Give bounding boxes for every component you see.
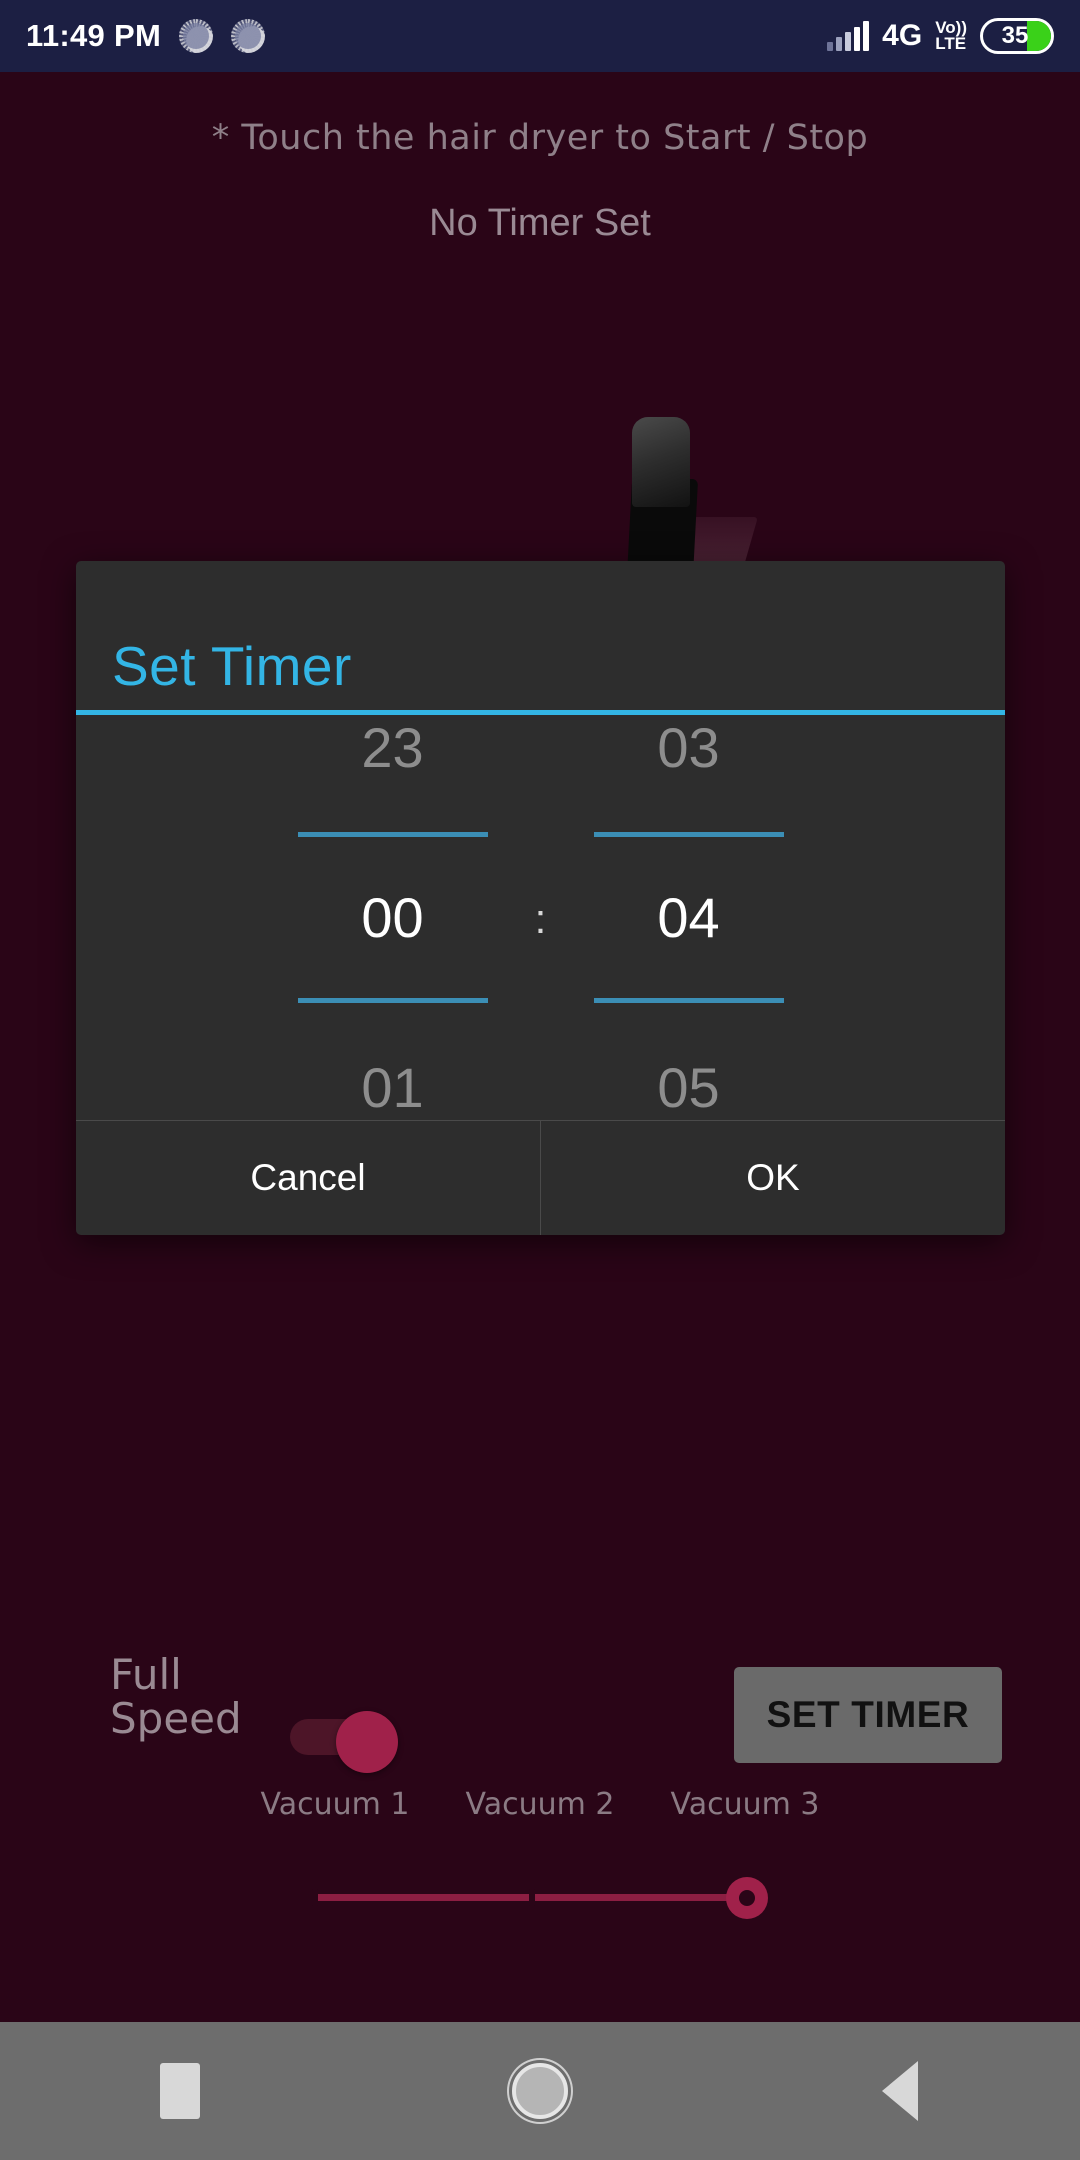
hours-previous-value[interactable]: 23	[278, 715, 508, 780]
network-type-label: 4G	[882, 19, 923, 52]
home-button[interactable]	[465, 2022, 615, 2160]
signal-bars-icon	[827, 21, 870, 51]
minutes-current-value[interactable]: 04	[574, 885, 804, 950]
status-clock: 11:49 PM	[26, 18, 162, 53]
dialog-title: Set Timer	[112, 634, 352, 697]
minutes-top-divider	[593, 832, 784, 838]
vacuum-slider-tick-1	[312, 1889, 318, 1906]
volte-icon: Vo)) LTE	[935, 19, 967, 53]
timer-status-text: No Timer Set	[429, 202, 651, 244]
app-content: * Touch the hair dryer to Start / Stop N…	[0, 72, 1080, 2022]
ok-button[interactable]: OK	[541, 1121, 1005, 1235]
full-speed-toggle[interactable]	[290, 1711, 398, 1773]
battery-level-label: 35	[1001, 22, 1029, 49]
time-separator: :	[534, 894, 547, 942]
sync-icon	[231, 19, 266, 53]
sync-icon	[179, 19, 214, 53]
vacuum-label-1[interactable]: Vacuum 1	[253, 1787, 418, 1822]
time-picker: 23 00 01 : 03 04 05	[76, 715, 1005, 1120]
hours-next-value[interactable]: 01	[278, 1055, 508, 1120]
status-bar: 11:49 PM 4G Vo)) LTE 35	[0, 0, 1080, 72]
full-speed-line-2: Speed	[110, 1693, 242, 1743]
minutes-next-value[interactable]: 05	[574, 1055, 804, 1120]
vacuum-slider-thumb[interactable]	[726, 1877, 768, 1919]
recent-apps-button[interactable]	[105, 2022, 255, 2160]
hair-dryer-barrel	[632, 417, 690, 507]
hours-picker[interactable]: 23 00 01	[278, 715, 508, 1120]
vacuum-labels-row: Vacuum 1 Vacuum 2 Vacuum 3	[0, 1787, 1080, 1822]
battery-icon: 35	[980, 18, 1054, 54]
system-navigation-bar	[0, 2022, 1080, 2160]
status-bar-left: 11:49 PM	[26, 18, 266, 54]
toggle-thumb[interactable]	[336, 1711, 398, 1773]
bottom-controls: Full Speed SET TIMER Vacuum 1 Vacuum 2 V…	[0, 1627, 1080, 1919]
cancel-button[interactable]: Cancel	[76, 1121, 540, 1235]
phone-screen: 11:49 PM 4G Vo)) LTE 35 * Touch the hair…	[0, 0, 1080, 2160]
home-icon	[512, 2063, 568, 2119]
set-timer-button[interactable]: SET TIMER	[734, 1667, 1002, 1763]
speed-row: Full Speed SET TIMER	[0, 1627, 1080, 1777]
full-speed-line-1: Full	[110, 1650, 182, 1699]
hours-current-value[interactable]: 00	[278, 885, 508, 950]
minutes-picker[interactable]: 03 04 05	[574, 715, 804, 1120]
vacuum-slider-tick-2	[529, 1889, 535, 1906]
set-timer-dialog: Set Timer 23 00 01 : 03 04 05 Cancel OK	[76, 561, 1005, 1235]
hint-text: * Touch the hair dryer to Start / Stop	[211, 118, 869, 158]
vacuum-slider[interactable]	[312, 1877, 768, 1919]
minutes-bottom-divider	[593, 998, 784, 1004]
hours-top-divider	[297, 832, 488, 838]
back-button[interactable]	[825, 2022, 975, 2160]
dialog-button-bar: Cancel OK	[76, 1120, 1005, 1235]
hours-bottom-divider	[297, 998, 488, 1004]
back-icon	[882, 2061, 918, 2121]
volte-bottom-label: LTE	[935, 34, 967, 53]
dialog-title-bar: Set Timer	[76, 561, 1005, 710]
status-bar-right: 4G Vo)) LTE 35	[827, 18, 1054, 54]
vacuum-label-3[interactable]: Vacuum 3	[663, 1787, 828, 1822]
minutes-previous-value[interactable]: 03	[574, 715, 804, 780]
vacuum-label-2[interactable]: Vacuum 2	[458, 1787, 623, 1822]
full-speed-label: Full Speed	[110, 1653, 242, 1740]
recent-apps-icon	[160, 2063, 200, 2119]
